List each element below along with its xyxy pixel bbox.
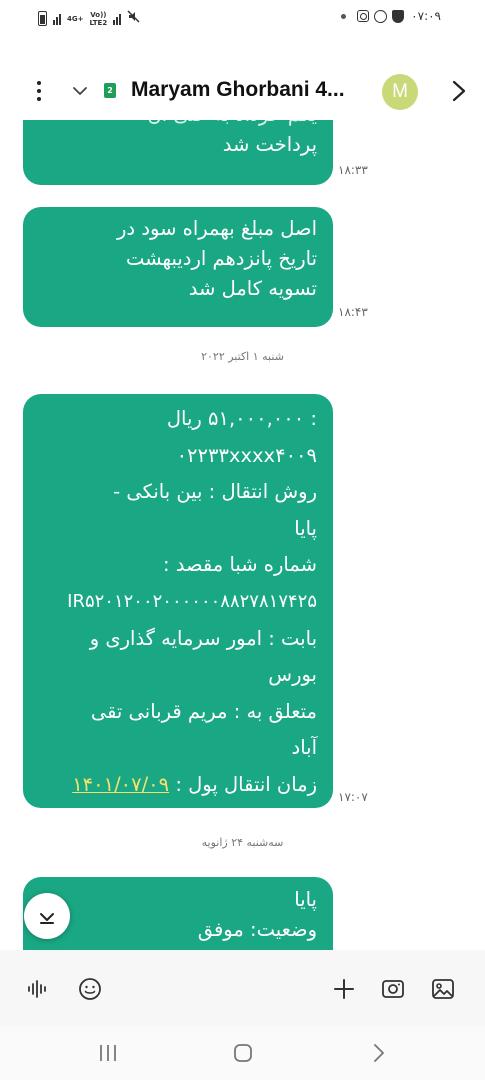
- message-time: ۱۷:۰۷: [338, 790, 368, 804]
- plus-icon[interactable]: [332, 977, 356, 1001]
- message-line: وضعیت: موفق: [197, 918, 317, 941]
- message-thread[interactable]: یکم حرداد به علی آن پرداخت شد ۱۸:۳۳ اصل …: [0, 120, 485, 950]
- message-line: : ۵۱,۰۰۰,۰۰۰ ریال: [166, 407, 317, 430]
- avatar[interactable]: M: [382, 74, 418, 110]
- status-clock: ۰۷:۰۹: [411, 9, 441, 23]
- home-icon[interactable]: [232, 1042, 254, 1064]
- conversation-header: 2 Maryam Ghorbani 4... M: [0, 66, 485, 116]
- sim-badge: 2: [104, 83, 116, 98]
- notification-dot-icon: [341, 13, 347, 19]
- message-line: بورس: [268, 663, 317, 687]
- message-time: ۱۸:۳۳: [338, 163, 368, 177]
- message-line: ۰۲۲۳۳xxxx۴۰۰۹: [176, 443, 317, 467]
- back-icon[interactable]: [368, 1042, 390, 1064]
- battery-icon: [38, 11, 47, 26]
- network-volte-label: Vo)) LTE2: [89, 10, 108, 27]
- message-line: زمان انتقال پول : ۱۴۰۱/۰۷/۰۹: [35, 767, 317, 804]
- status-right: ۰۷:۰۹: [341, 9, 441, 23]
- message-time: ۱۸:۴۳: [338, 305, 368, 319]
- network-4g-label: 4G+: [67, 14, 84, 23]
- message-bubble[interactable]: اصل مبلغ بهمراه سود در تاریخ پانزدهم ارد…: [23, 207, 333, 327]
- chevron-down-icon[interactable]: [70, 81, 90, 101]
- message-line: متعلق به : مریم قربانی تقی: [90, 699, 317, 723]
- message-bubble[interactable]: یکم حرداد به علی آن پرداخت شد: [23, 120, 333, 185]
- status-bar: 4G+ Vo)) LTE2 ۰۷:۰۹: [0, 0, 485, 44]
- status-left: 4G+ Vo)) LTE2: [38, 10, 140, 27]
- date-separator: شنبه ۱ اکتبر ۲۰۲۲: [201, 350, 284, 363]
- message-line: پرداخت شد: [222, 133, 317, 156]
- shield-icon: [392, 9, 405, 23]
- mute-icon: [127, 10, 140, 27]
- camera-icon[interactable]: [381, 977, 405, 1001]
- message-bubble[interactable]: : ۵۱,۰۰۰,۰۰۰ ریال ۰۲۲۳۳xxxx۴۰۰۹ روش انتق…: [23, 394, 333, 808]
- message-line: اصل مبلغ بهمراه سود در: [117, 217, 317, 240]
- message-line: تسویه کامل شد: [188, 277, 317, 300]
- signal-icon: [53, 13, 61, 25]
- message-composer[interactable]: [0, 950, 485, 1026]
- message-line: پایا: [294, 888, 317, 911]
- whatsapp-icon: [374, 9, 388, 23]
- transfer-time-label: زمان انتقال پول :: [169, 772, 317, 796]
- voice-icon[interactable]: [26, 977, 50, 1001]
- date-separator: سه‌شنبه ۲۴ ژانویه: [201, 836, 284, 849]
- instagram-icon: [357, 10, 370, 22]
- scroll-to-bottom-button[interactable]: [24, 893, 70, 939]
- more-options-button[interactable]: [27, 78, 51, 104]
- message-line: یکم حرداد به علی آن: [35, 120, 317, 130]
- recents-icon[interactable]: [97, 1042, 119, 1064]
- message-line: IR۵۲۰۱۲۰۰۲۰۰۰۰۰۰۸۸۲۷۸۱۷۴۲۵: [67, 590, 317, 612]
- date-link[interactable]: ۱۴۰۱/۰۷/۰۹: [72, 773, 169, 796]
- message-line: آباد: [291, 736, 317, 760]
- emoji-icon[interactable]: [78, 977, 102, 1001]
- message-line: بابت : امور سرمایه گذاری و: [89, 626, 317, 650]
- chevron-right-icon[interactable]: [448, 79, 470, 103]
- message-line: شماره شبا مقصد :: [163, 553, 317, 577]
- message-line: پایا: [294, 516, 317, 540]
- message-line: روش انتقال : بین بانکی -: [113, 480, 317, 504]
- gallery-icon[interactable]: [431, 977, 455, 1001]
- contact-name[interactable]: Maryam Ghorbani 4...: [131, 78, 345, 102]
- chevron-down-icon: [40, 913, 54, 924]
- navigation-bar: [0, 1026, 485, 1080]
- message-line: تاریخ پانزدهم اردیبهشت: [125, 247, 317, 270]
- signal-2-icon: [113, 13, 122, 25]
